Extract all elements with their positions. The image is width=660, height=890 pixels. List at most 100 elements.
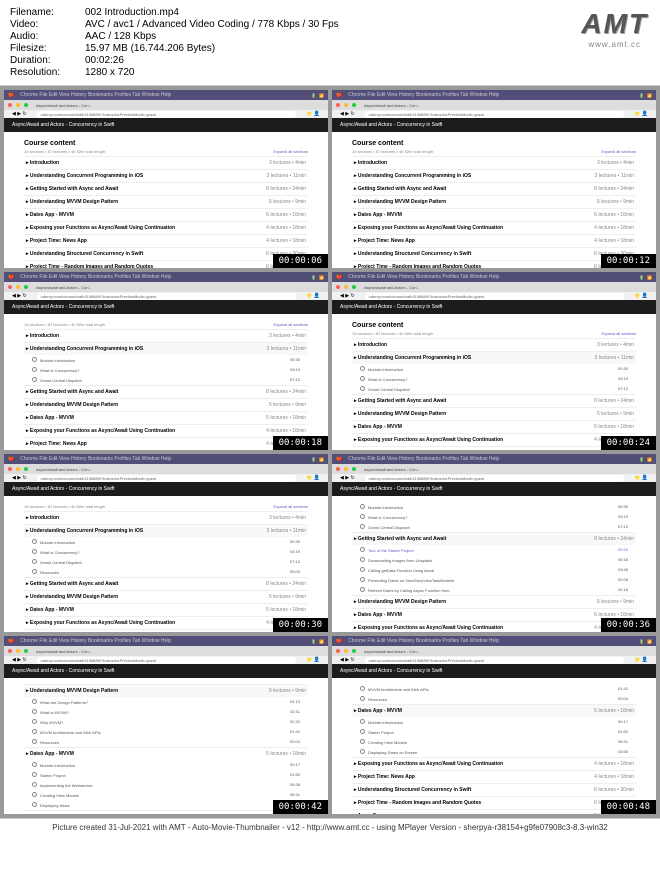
- lecture-row[interactable]: Starter Project01:52: [24, 770, 308, 780]
- lecture-row[interactable]: Resources00:03: [24, 567, 308, 577]
- section-row[interactable]: ▸ Getting Started with Async and Await8 …: [352, 394, 636, 407]
- expand-link[interactable]: Expand all sections: [274, 149, 308, 154]
- lecture-row[interactable]: What is Concurrency?03:19: [24, 365, 308, 375]
- section-row[interactable]: ▸ Getting Started with Async and Await8 …: [352, 532, 636, 545]
- lecture-row[interactable]: What are Design Patterns?01:13: [24, 697, 308, 707]
- section-row[interactable]: ▸ Dates App - MVVM5 lectures • 18min: [352, 420, 636, 433]
- lecture-row[interactable]: Creating View Models05:31: [24, 790, 308, 800]
- section-row[interactable]: ▸ Getting Started with Async and Await8 …: [24, 385, 308, 398]
- section-row[interactable]: ▸ Understanding MVVM Design Pattern5 lec…: [352, 595, 636, 608]
- section-row[interactable]: ▸ Getting Started with Async and Await8 …: [352, 182, 636, 195]
- lecture-row[interactable]: What is MVVM?02:41: [24, 707, 308, 717]
- menu-items: Chrome File Edit View History Bookmarks …: [348, 456, 499, 462]
- lecture-row[interactable]: Calling getData Function Using Await03:4…: [352, 565, 636, 575]
- section-row[interactable]: ▸ Project Time: News App4 lectures • 18m…: [24, 234, 308, 247]
- section-row[interactable]: ▸ Dates App - MVVM5 lectures • 18min: [24, 411, 308, 424]
- section-row[interactable]: ▸ Understanding MVVM Design Pattern5 lec…: [24, 195, 308, 208]
- section-row[interactable]: ▸ Dates App - MVVM5 lectures • 18min: [24, 208, 308, 221]
- section-row[interactable]: ▸ Exposing your Functions as Async/Await…: [352, 621, 636, 632]
- video-value: AVC / avc1 / Advanced Video Coding / 778…: [85, 19, 339, 30]
- section-row[interactable]: ▸ Introduction3 lectures • 4min: [352, 338, 636, 351]
- section-row[interactable]: ▸ Exposing your Functions as Async/Await…: [24, 424, 308, 437]
- lecture-row[interactable]: Grand Central Dispatch07:12: [24, 375, 308, 385]
- section-row[interactable]: ▸ Exposing your Functions as Async/Await…: [24, 221, 308, 234]
- lecture-row[interactable]: Downloading Images from Unsplash05:16: [352, 555, 636, 565]
- lecture-row[interactable]: Tour of the Starter Project02:24: [352, 545, 636, 555]
- section-row[interactable]: ▸ Understanding Concurrent Programming i…: [24, 342, 308, 355]
- tab-bar: Async/Await and Actors - Con...: [4, 646, 328, 656]
- lecture-row[interactable]: MVVM Architecture and Web APIs01:42: [352, 684, 636, 694]
- section-row[interactable]: ▸ Introduction3 lectures • 4min: [24, 329, 308, 342]
- lecture-row[interactable]: Implementing the Webservice05:38: [24, 780, 308, 790]
- lecture-row[interactable]: What is Concurrency?03:19: [24, 547, 308, 557]
- tab-title: Async/Await and Actors - Con...: [364, 649, 420, 654]
- timestamp: 00:00:30: [273, 618, 328, 632]
- section-row[interactable]: ▸ Dates App - MVVM5 lectures • 18min: [352, 208, 636, 221]
- lecture-row[interactable]: Grand Central Dispatch07:12: [352, 522, 636, 532]
- menu-bar: 🍎Chrome File Edit View History Bookmarks…: [332, 272, 656, 282]
- section-row[interactable]: ▸ Understanding Concurrent Programming i…: [352, 351, 636, 364]
- apple-icon: 🍎: [336, 274, 342, 280]
- thumbnail: 🍎Chrome File Edit View History Bookmarks…: [4, 90, 328, 268]
- section-row[interactable]: ▸ Project Time: News App4 lectures • 18m…: [352, 446, 636, 450]
- lecture-row[interactable]: Resources00:04: [24, 737, 308, 747]
- lecture-row[interactable]: Starter Project01:52: [352, 727, 636, 737]
- section-row[interactable]: ▸ Understanding MVVM Design Pattern5 lec…: [352, 195, 636, 208]
- section-row[interactable]: ▸ Dates App - MVVM5 lectures • 18min: [24, 603, 308, 616]
- menu-bar: 🍎Chrome File Edit View History Bookmarks…: [332, 636, 656, 646]
- lecture-row[interactable]: Module Introduction00:30: [24, 355, 308, 365]
- section-row[interactable]: ▸ Exposing your Functions as Async/Await…: [24, 810, 308, 814]
- section-row[interactable]: ▸ Understanding Concurrent Programming i…: [24, 169, 308, 182]
- apple-icon: 🍎: [8, 456, 14, 462]
- section-row[interactable]: ▸ Dates App - MVVM5 lectures • 18min: [352, 704, 636, 717]
- section-row[interactable]: ▸ Understanding MVVM Design Pattern5 lec…: [24, 590, 308, 603]
- section-row[interactable]: ▸ Introduction3 lectures • 4min: [24, 511, 308, 524]
- section-row[interactable]: ▸ Introduction3 lectures • 4min: [352, 156, 636, 169]
- section-row[interactable]: ▸ Project Time: News App4 lectures • 18m…: [24, 437, 308, 450]
- section-row[interactable]: ▸ Project Time: News App4 lectures • 18m…: [352, 770, 636, 783]
- lecture-row[interactable]: Module Introduction00:17: [24, 760, 308, 770]
- section-row[interactable]: ▸ Exposing your Functions as Async/Await…: [352, 757, 636, 770]
- lecture-row[interactable]: Refresh Dates by Calling Async Function …: [352, 585, 636, 595]
- section-row[interactable]: ▸ Project Time - Random Images and Rando…: [352, 260, 636, 268]
- lecture-row[interactable]: MVVM Architecture and Web APIs01:42: [24, 727, 308, 737]
- section-row[interactable]: ▸ Exposing your Functions as Async/Await…: [352, 433, 636, 446]
- section-row[interactable]: ▸ Understanding MVVM Design Pattern5 lec…: [24, 684, 308, 697]
- section-row[interactable]: ▸ Exposing your Functions as Async/Await…: [352, 221, 636, 234]
- lecture-row[interactable]: What is Concurrency?03:19: [352, 374, 636, 384]
- lecture-row[interactable]: Displaying News03:18: [24, 800, 308, 810]
- lecture-row[interactable]: Module Introduction00:17: [352, 717, 636, 727]
- page-title: Async/Await and Actors - Concurrency in …: [340, 486, 442, 492]
- lecture-row[interactable]: Why MVVM?02:32: [24, 717, 308, 727]
- lecture-row[interactable]: Module Introduction00:30: [352, 364, 636, 374]
- section-row[interactable]: ▸ Understanding Structured Concurrency i…: [24, 247, 308, 260]
- lecture-row[interactable]: Displaying Dates on Screen03:50: [352, 747, 636, 757]
- section-row[interactable]: ▸ Understanding MVVM Design Pattern5 lec…: [352, 407, 636, 420]
- section-row[interactable]: ▸ Understanding MVVM Design Pattern5 lec…: [24, 398, 308, 411]
- section-row[interactable]: ▸ Understanding Structured Concurrency i…: [352, 783, 636, 796]
- section-row[interactable]: ▸ Dates App - MVVM5 lectures • 18min: [24, 747, 308, 760]
- section-row[interactable]: ▸ Getting Started with Async and Await8 …: [24, 577, 308, 590]
- lecture-row[interactable]: Module Introduction00:30: [352, 502, 636, 512]
- lecture-row[interactable]: Presenting Dates on ViewStoryViewTaskMod…: [352, 575, 636, 585]
- menu-bar: 🍎Chrome File Edit View History Bookmarks…: [4, 272, 328, 282]
- lecture-row[interactable]: Module Introduction00:30: [24, 537, 308, 547]
- lecture-row[interactable]: What is Concurrency?03:19: [352, 512, 636, 522]
- section-row[interactable]: ▸ Exposing your Functions as Async/Await…: [24, 616, 308, 629]
- section-row[interactable]: ▸ Understanding Structured Concurrency i…: [352, 247, 636, 260]
- section-row[interactable]: ▸ Getting Started with Async and Await8 …: [24, 182, 308, 195]
- section-row[interactable]: ▸ Understanding Concurrent Programming i…: [24, 524, 308, 537]
- section-row[interactable]: ▸ Introduction3 lectures • 4min: [24, 156, 308, 169]
- apple-icon: 🍎: [8, 638, 14, 644]
- lecture-row[interactable]: Grand Central Dispatch07:12: [352, 384, 636, 394]
- section-row[interactable]: ▸ Dates App - MVVM5 lectures • 18min: [352, 608, 636, 621]
- section-row[interactable]: ▸ Project Time - Random Images and Rando…: [352, 796, 636, 809]
- section-row[interactable]: ▸ Project Time: News App4 lectures • 18m…: [352, 234, 636, 247]
- section-row[interactable]: ▸ Understanding Concurrent Programming i…: [352, 169, 636, 182]
- lecture-row[interactable]: Grand Central Dispatch07:12: [24, 557, 308, 567]
- lecture-row[interactable]: Creating View Models05:31: [352, 737, 636, 747]
- section-row[interactable]: ▸ Project Time: News App4 lectures • 18m…: [24, 629, 308, 632]
- section-row[interactable]: ▸ Project Time - Random Images and Rando…: [24, 260, 308, 268]
- lecture-row[interactable]: Resources00:04: [352, 694, 636, 704]
- section-row[interactable]: ▸ AsyncSequence5 lectures • 15min: [352, 809, 636, 814]
